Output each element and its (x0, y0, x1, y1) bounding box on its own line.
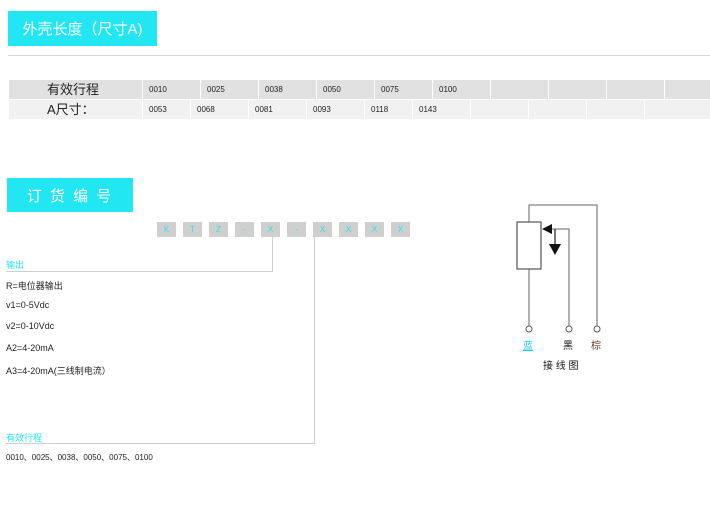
leader-line (6, 443, 315, 444)
order-code-box: X (313, 222, 332, 237)
wire-black (549, 228, 570, 327)
terminal-black (565, 325, 573, 333)
leader-line (272, 237, 273, 272)
wiring-diagram-title: 接 线 图 (543, 361, 579, 372)
row-label: 有效行程 (9, 80, 143, 99)
order-code-box: X (365, 222, 384, 237)
wire-color-brown: 棕 (591, 341, 601, 352)
section-title-order-code: 订 货 编 号 (7, 178, 133, 212)
terminal-blue (525, 325, 533, 333)
order-code-box: X (261, 222, 280, 237)
table-cell (491, 80, 549, 99)
table-cell: 0038 (259, 80, 317, 99)
output-option: A3=4-20mA(三线制电流） (6, 366, 111, 376)
output-option: R=电位器输出 (6, 281, 63, 291)
table-cell: 0143 (413, 100, 471, 119)
table-cell (645, 100, 710, 119)
section-title-text: 订 货 编 号 (26, 187, 114, 205)
table-cell: 0050 (317, 80, 375, 99)
table-cell (549, 80, 607, 99)
table-cell: 0025 (201, 80, 259, 99)
table-cell: 0068 (191, 100, 249, 119)
wiring-diagram (516, 204, 601, 333)
order-code-box: - (287, 222, 306, 237)
table-cell (529, 100, 587, 119)
table-cell: 0075 (375, 80, 433, 99)
output-option: A2=4-20mA (6, 343, 54, 353)
spec-table: 有效行程 0010 0025 0038 0050 0075 0100 A尺寸： … (9, 80, 710, 120)
table-row: A尺寸： 0053 0068 0081 0093 0118 0143 (9, 100, 710, 119)
leader-line (6, 271, 273, 272)
table-cell: 0053 (143, 100, 191, 119)
order-code-box: K (157, 222, 176, 237)
stroke-values: 0010、0025、0038、0050、0075、0100 (6, 453, 153, 462)
wire-color-blue: 蓝 (523, 341, 533, 352)
section-title-text: 外壳长度（尺寸A) (22, 21, 143, 38)
wiper-arrow-left-icon (542, 224, 552, 234)
stroke-label: 有效行程 (6, 433, 43, 443)
divider (8, 55, 710, 56)
table-cell (587, 100, 645, 119)
wire-color-black: 黑 (563, 341, 573, 352)
table-cell: 0081 (249, 100, 307, 119)
resistor-icon (516, 221, 542, 270)
table-cell: 0118 (365, 100, 413, 119)
terminal-brown (593, 325, 601, 333)
order-code-box: X (339, 222, 358, 237)
output-label: 输出 (6, 260, 25, 270)
row-label: A尺寸： (9, 100, 143, 119)
order-code-box: X (391, 222, 410, 237)
table-cell: 0010 (143, 80, 201, 99)
order-code-box: - (235, 222, 254, 237)
wiper-arrow-down-icon (549, 244, 561, 255)
order-code-box: Z (209, 222, 228, 237)
table-cell: 0100 (433, 80, 491, 99)
output-option: v2=0-10Vdc (6, 321, 55, 331)
output-option: v1=0-5Vdc (6, 300, 50, 310)
leader-line (314, 237, 315, 444)
order-code-box: T (183, 222, 202, 237)
section-title-housing-length: 外壳长度（尺寸A) (8, 11, 157, 46)
table-cell (665, 80, 710, 99)
table-cell (471, 100, 529, 119)
table-cell (607, 80, 665, 99)
table-cell: 0093 (307, 100, 365, 119)
table-row: 有效行程 0010 0025 0038 0050 0075 0100 (9, 80, 710, 99)
